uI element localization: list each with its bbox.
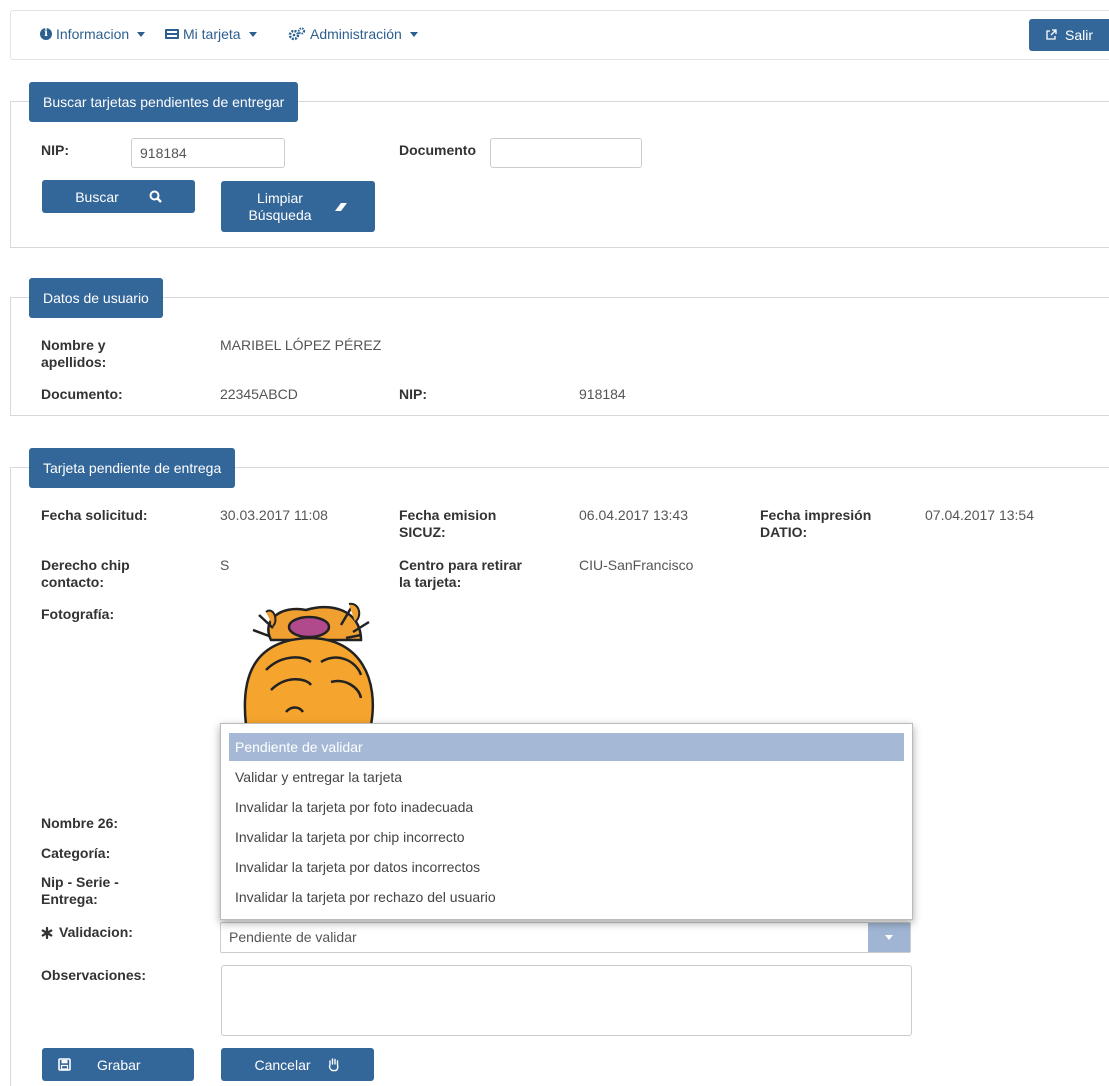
validacion-label-group: Validacion: <box>41 924 133 941</box>
user-nip-value: 918184 <box>579 386 626 402</box>
nip-serie-entrega-label: Nip - Serie - Entrega: <box>41 874 119 908</box>
nav-menu-informacion[interactable]: i Informacion <box>40 26 146 42</box>
caret-down-icon <box>137 31 146 37</box>
derecho-chip-value: S <box>220 557 230 573</box>
documento-search-label: Documento <box>399 142 476 158</box>
nav-menu-administracion[interactable]: Administración <box>288 26 418 42</box>
derecho-label-line2: contacto: <box>41 574 104 590</box>
centro-label-line2: la tarjeta: <box>399 574 462 590</box>
documento-label: Documento: <box>41 386 123 402</box>
user-nip-label: NIP: <box>399 386 427 402</box>
save-icon <box>58 1058 71 1071</box>
hand-stop-icon <box>328 1058 338 1072</box>
required-asterisk-icon <box>41 926 53 939</box>
search-panel-legend: Buscar tarjetas pendientes de entregar <box>29 82 299 122</box>
nombre-value: MARIBEL LÓPEZ PÉREZ <box>220 337 382 353</box>
derecho-chip-label: Derecho chip contacto: <box>41 557 130 591</box>
logout-label: Salir <box>1064 27 1093 43</box>
nip-serie-label-line2: Entrega: <box>41 891 98 907</box>
fecha-emision-label: Fecha emision SICUZ: <box>399 507 496 541</box>
grabar-button[interactable]: Grabar <box>42 1048 194 1081</box>
search-icon <box>149 190 162 203</box>
nip-input[interactable] <box>131 138 285 168</box>
derecho-label-line1: Derecho chip <box>41 557 130 573</box>
nombre-apellidos-label: Nombre y apellidos: <box>41 337 106 371</box>
fecha-emision-label-line2: SICUZ: <box>399 524 446 540</box>
caret-down-icon <box>409 31 418 37</box>
dropdown-option[interactable]: Invalidar la tarjeta por chip incorrecto <box>229 823 904 851</box>
validacion-select-value: Pendiente de validar <box>229 929 357 945</box>
observaciones-label: Observaciones: <box>41 967 147 983</box>
validacion-dropdown-list: Pendiente de validar Validar y entregar … <box>220 723 913 920</box>
user-panel-legend: Datos de usuario <box>29 278 163 318</box>
fotografia-label: Fotografía: <box>41 606 115 622</box>
external-link-icon <box>1046 29 1057 40</box>
search-panel: Buscar tarjetas pendientes de entregar N… <box>10 82 1109 248</box>
dropdown-option[interactable]: Validar y entregar la tarjeta <box>229 763 904 791</box>
cancelar-button[interactable]: Cancelar <box>221 1048 374 1081</box>
eraser-icon <box>334 202 347 211</box>
credit-card-icon <box>165 29 179 39</box>
caret-down-icon <box>885 935 893 940</box>
nip-serie-label-line1: Nip - Serie - <box>41 874 119 890</box>
logout-button[interactable]: Salir <box>1029 19 1109 51</box>
dropdown-option[interactable]: Pendiente de validar <box>229 733 904 761</box>
nav-mi-tarjeta-label: Mi tarjeta <box>183 26 241 42</box>
user-photo <box>243 602 375 727</box>
limpiar-label: Limpiar Búsqueda <box>248 190 311 224</box>
fecha-emision-value: 06.04.2017 13:43 <box>579 507 688 523</box>
select-toggle[interactable] <box>868 923 910 952</box>
dropdown-option[interactable]: Invalidar la tarjeta por foto inadecuada <box>229 793 904 821</box>
nav-menu-mi-tarjeta[interactable]: Mi tarjeta <box>165 26 257 42</box>
fecha-impresion-label-line1: Fecha impresión <box>760 507 872 523</box>
cancelar-label: Cancelar <box>254 1056 311 1073</box>
caret-down-icon <box>248 31 257 37</box>
buscar-button[interactable]: Buscar <box>42 180 195 213</box>
limpiar-busqueda-button[interactable]: Limpiar Búsqueda <box>221 181 375 232</box>
limpiar-label-line2: Búsqueda <box>248 206 312 223</box>
card-panel-legend: Tarjeta pendiente de entrega <box>29 448 236 488</box>
centro-retirar-label: Centro para retirar la tarjeta: <box>399 557 522 591</box>
dropdown-option[interactable]: Invalidar la tarjeta por datos incorrect… <box>229 853 904 881</box>
nombre26-label: Nombre 26: <box>41 815 119 831</box>
centro-retirar-value: CIU-SanFrancisco <box>579 557 694 573</box>
top-navbar: i Informacion Mi tarjeta Administración … <box>10 10 1109 60</box>
user-data-panel: Datos de usuario Nombre y apellidos: MAR… <box>10 278 1109 416</box>
grabar-label: Grabar <box>97 1056 141 1073</box>
cogs-icon <box>288 27 306 41</box>
validacion-select[interactable]: Pendiente de validar <box>220 922 911 953</box>
fecha-impresion-label-line2: DATIO: <box>760 524 808 540</box>
fecha-solicitud-label: Fecha solicitud: <box>41 507 148 523</box>
categoria-label: Categoría: <box>41 845 111 861</box>
fecha-emision-label-line1: Fecha emision <box>399 507 497 523</box>
fecha-solicitud-value: 30.03.2017 11:08 <box>220 507 328 523</box>
fecha-impresion-value: 07.04.2017 13:54 <box>925 507 1034 523</box>
documento-input[interactable] <box>490 138 642 168</box>
dropdown-option[interactable]: Invalidar la tarjeta por rechazo del usu… <box>229 883 904 911</box>
nav-informacion-label: Informacion <box>56 26 130 42</box>
nip-label: NIP: <box>41 142 69 158</box>
buscar-label: Buscar <box>75 188 119 205</box>
nav-administracion-label: Administración <box>310 26 402 42</box>
limpiar-label-line1: Limpiar <box>257 189 303 206</box>
nombre-label-line2: apellidos: <box>41 354 107 370</box>
nombre-label-line1: Nombre y <box>41 337 106 353</box>
info-icon: i <box>40 28 52 40</box>
observaciones-textarea[interactable] <box>221 965 912 1036</box>
fecha-impresion-label: Fecha impresión DATIO: <box>760 507 871 541</box>
validacion-label: Validacion: <box>59 924 133 940</box>
centro-label-line1: Centro para retirar <box>399 557 522 573</box>
documento-value: 22345ABCD <box>220 386 298 402</box>
